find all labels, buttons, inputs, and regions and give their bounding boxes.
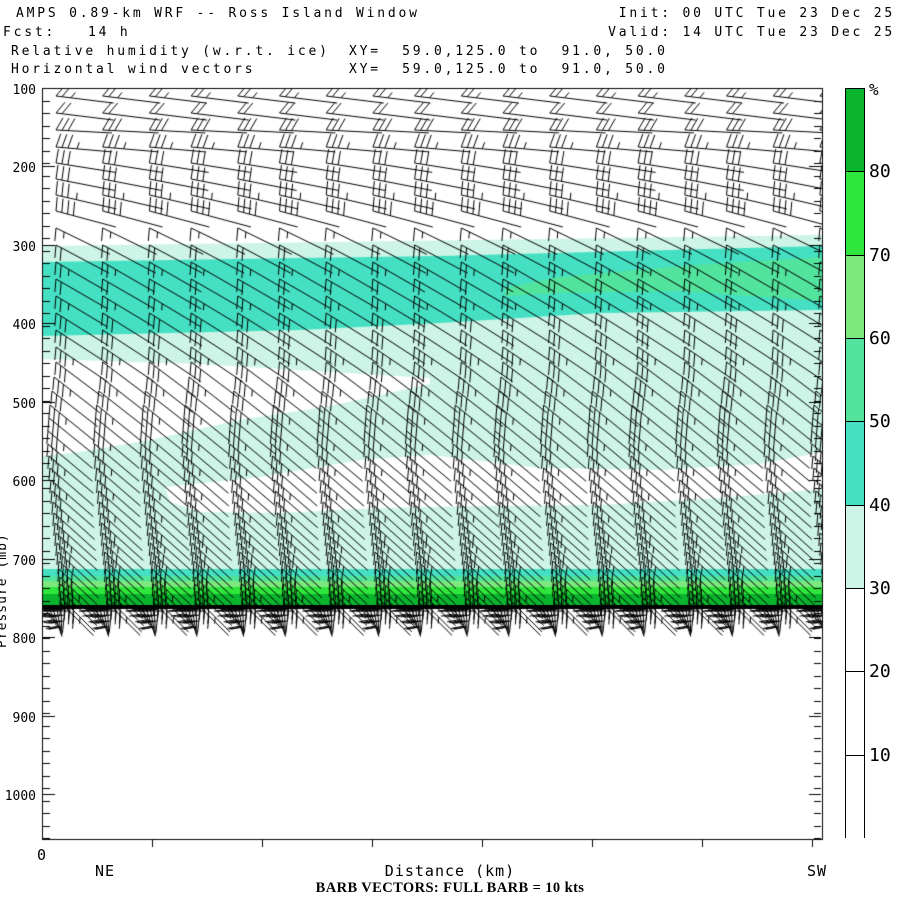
colorbar-tick-label: 50 (869, 411, 891, 433)
colorbar-tick-label: 60 (869, 328, 891, 349)
y-tick-label: 500 (12, 396, 36, 412)
colorbar-segment-40-50 (846, 422, 864, 506)
y-tick-label: 100 (12, 83, 36, 98)
colorbar-units: % (869, 80, 879, 99)
colorbar-tick-label: 20 (869, 661, 891, 683)
y-tick-label: 600 (12, 475, 36, 491)
colorbar-segment->80 (846, 89, 864, 173)
colorbar-tick-label: 10 (869, 744, 891, 766)
y-tick-label: 900 (12, 710, 36, 726)
barb-legend-caption: BARB VECTORS: FULL BARB = 10 kts (315, 880, 585, 896)
wrf-cross-section-page: { "header": { "line1_left": "AMPS 0.89-k… (0, 0, 900, 900)
cross-section-plot-canvas (0, 0, 900, 900)
colorbar-segment-60-70 (846, 255, 864, 339)
colorbar-segment-70-80 (846, 172, 864, 256)
y-tick-label: 700 (12, 553, 36, 569)
colorbar-tick-label: 40 (869, 494, 891, 516)
x-axis-label: Distance (km) (384, 862, 516, 880)
x-end-label-ne: NE (94, 862, 116, 880)
colorbar-tick-label: 30 (869, 578, 891, 599)
colorbar-tick-label: 70 (869, 244, 891, 266)
x-end-label-sw: SW (806, 862, 828, 880)
colorbar-segment-0-10 (846, 755, 864, 839)
colorbar-segment-30-40 (846, 505, 864, 589)
colorbar-segment-50-60 (846, 338, 864, 423)
y-tick-label: 200 (12, 161, 36, 177)
shaded-field-xy: XY= 59.0,125.0 to 91.0, 50.0 (349, 44, 668, 59)
colorbar-tick-label: 80 (869, 161, 891, 183)
y-tick-label: 400 (12, 318, 36, 334)
colorbar-segment-20-30 (846, 588, 864, 673)
y-tick-label: 800 (12, 632, 36, 648)
colorbar-segment-10-20 (846, 672, 864, 756)
vector-field-xy: XY= 59.0,125.0 to 91.0, 50.0 (349, 62, 668, 77)
forecast-hour: Fcst: 14 h (3, 25, 131, 40)
x-origin-label: 0 (37, 846, 48, 864)
colorbar (845, 88, 865, 839)
y-tick-label: 1000 (4, 789, 36, 805)
vector-field-label: Horizontal wind vectors (11, 62, 256, 77)
init-time: Init: 00 UTC Tue 23 Dec 25 (618, 6, 895, 21)
y-tick-label: 300 (12, 239, 36, 255)
valid-time: Valid: 14 UTC Tue 23 Dec 25 (608, 25, 895, 40)
plot-title: AMPS 0.89-km WRF -- Ross Island Window (16, 6, 420, 21)
shaded-field-label: Relative humidity (w.r.t. ice) (11, 44, 330, 59)
y-axis-label: Pressure (mb) (0, 533, 10, 648)
